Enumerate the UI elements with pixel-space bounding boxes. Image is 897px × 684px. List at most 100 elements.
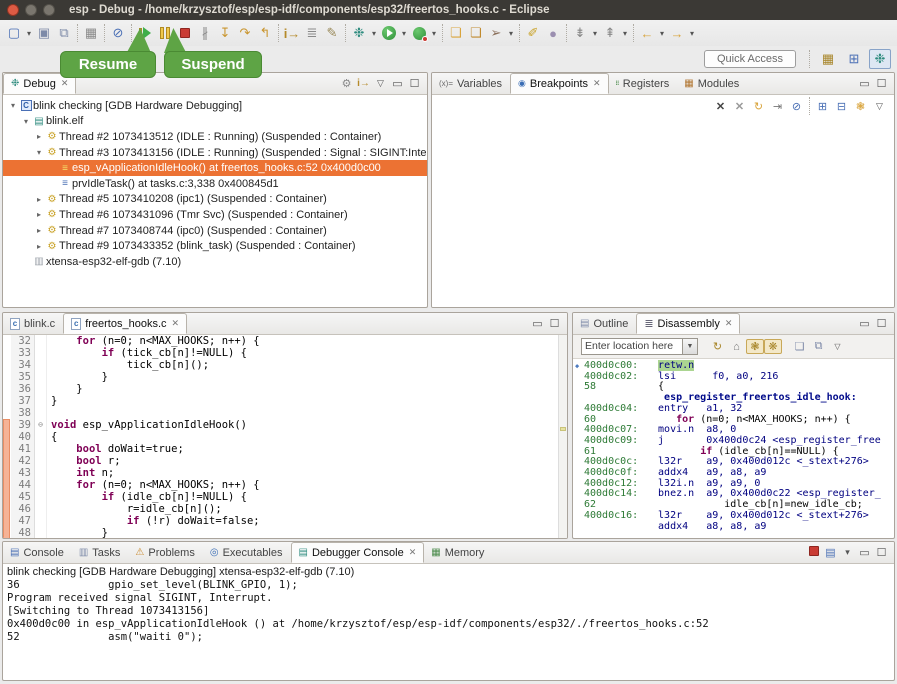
tab-blink-c[interactable]: cblink.c: [3, 313, 63, 334]
forward-dropdown-icon[interactable]: ▾: [687, 29, 697, 38]
forward-icon[interactable]: →: [667, 23, 687, 43]
instruction-stepping-icon[interactable]: i→: [355, 78, 372, 89]
tab-disassembly[interactable]: ≣Disassembly✕: [636, 313, 740, 334]
collapse-all-icon[interactable]: ⊟: [832, 100, 851, 113]
close-icon[interactable]: ✕: [61, 78, 69, 89]
back-dropdown-icon[interactable]: ▾: [657, 29, 667, 38]
view-menu-icon[interactable]: ▽: [828, 342, 847, 351]
debug-tree-row[interactable]: ▾Cblink checking [GDB Hardware Debugging…: [3, 98, 427, 114]
tab-outline[interactable]: ▤Outline: [573, 313, 636, 334]
debug-tree-row[interactable]: ▸⚙Thread #6 1073431096 (Tmr Svc) (Suspen…: [3, 207, 427, 223]
editor-overview-ruler[interactable]: [558, 335, 567, 539]
run-dropdown-icon[interactable]: ▾: [399, 29, 409, 38]
expander-icon[interactable]: ▾: [7, 101, 19, 110]
expander-icon[interactable]: ▸: [33, 210, 45, 219]
profile-icon[interactable]: [409, 23, 429, 43]
refresh-icon[interactable]: ↻: [708, 340, 727, 353]
step-over-icon[interactable]: ↷: [235, 23, 255, 43]
view-menu-icon[interactable]: ▽: [372, 78, 389, 89]
remove-all-breakpoints-icon[interactable]: ✕: [730, 100, 749, 113]
tab-modules[interactable]: ▦Modules: [677, 73, 747, 94]
tab-debugger-console[interactable]: ▤Debugger Console✕: [291, 542, 425, 563]
close-icon[interactable]: ✕: [409, 547, 417, 558]
run-icon[interactable]: [379, 23, 399, 43]
debug-perspective-icon[interactable]: ❉: [869, 49, 891, 69]
track-expression-icon[interactable]: ❋: [764, 339, 782, 354]
launch-icon[interactable]: ➢: [486, 23, 506, 43]
maximize-view-icon[interactable]: ☐: [546, 317, 563, 330]
disassembly-listing[interactable]: ◆400d0c00: retw.n400d0c02: lsi f0, a0, 2…: [573, 359, 894, 532]
close-icon[interactable]: ✕: [725, 318, 733, 329]
tab-problems[interactable]: ⚠Problems: [128, 542, 202, 563]
expand-all-icon[interactable]: ⊞: [813, 100, 832, 113]
last-edit-location-icon[interactable]: ✐: [523, 23, 543, 43]
minimize-view-icon[interactable]: ▭: [529, 317, 546, 330]
instruction-stepping-icon[interactable]: i→: [282, 23, 302, 43]
step-into-icon[interactable]: ↧: [215, 23, 235, 43]
debug-tree-row[interactable]: ▸⚙Thread #9 1073433352 (blink_task) (Sus…: [3, 238, 427, 254]
tab-variables[interactable]: (x)=Variables: [432, 73, 510, 94]
open-folder-icon[interactable]: ❏: [446, 23, 466, 43]
skip-all-breakpoints-icon[interactable]: ⊘: [787, 100, 806, 113]
console-dropdown-icon[interactable]: ▾: [839, 547, 856, 558]
debug-tree-row[interactable]: ▸⚙Thread #7 1073408744 (ipc0) (Suspended…: [3, 223, 427, 239]
new-wizard-dropdown-icon[interactable]: ▾: [24, 29, 34, 38]
close-window-button[interactable]: [7, 4, 19, 16]
close-icon[interactable]: ✕: [172, 318, 180, 329]
code-editor[interactable]: 3233343536373839404142434445464748 ⊖ for…: [3, 335, 567, 539]
expander-icon[interactable]: ▾: [33, 148, 45, 157]
new-view-icon[interactable]: ❏: [790, 340, 809, 353]
back-icon[interactable]: ←: [637, 23, 657, 43]
expander-icon[interactable]: ▸: [33, 195, 45, 204]
tab-console[interactable]: ▤Console: [3, 542, 72, 563]
display-console-icon[interactable]: ▤: [822, 546, 839, 559]
maximize-view-icon[interactable]: ☐: [873, 77, 890, 90]
disconnect-icon[interactable]: ∦: [195, 23, 215, 43]
tab-registers[interactable]: ᎒᎒Registers: [609, 73, 678, 94]
tab-freertos-hooks-c[interactable]: cfreertos_hooks.c✕: [63, 313, 187, 334]
editor-code-area[interactable]: for (n=0; n<MAX_HOOKS; n++) { if (tick_c…: [47, 335, 558, 539]
minimize-view-icon[interactable]: ▭: [856, 77, 873, 90]
previous-annotation-icon[interactable]: ⇞: [600, 23, 620, 43]
show-debug-elements-icon[interactable]: ≣: [302, 23, 322, 43]
previous-annotation-dropdown-icon[interactable]: ▾: [620, 29, 630, 38]
fold-marker-icon[interactable]: ⊖: [35, 419, 46, 431]
maximize-window-button[interactable]: [43, 4, 55, 16]
link-with-editor-icon[interactable]: ●: [543, 23, 563, 43]
expander-icon[interactable]: ▸: [33, 226, 45, 235]
home-icon[interactable]: ⌂: [727, 341, 746, 353]
debug-dropdown-icon[interactable]: ▾: [369, 29, 379, 38]
terminate-icon[interactable]: [805, 546, 822, 559]
expander-icon[interactable]: ▸: [33, 242, 45, 251]
skip-all-breakpoints-icon[interactable]: ⊘: [108, 23, 128, 43]
debug-tree-row[interactable]: ▾▤blink.elf: [3, 114, 427, 130]
debug-tree-row[interactable]: ▸⚙Thread #2 1073413512 (IDLE : Running) …: [3, 129, 427, 145]
tab-memory[interactable]: ▦Memory: [424, 542, 492, 563]
open-perspective-icon[interactable]: ▦: [817, 49, 839, 69]
build-icon[interactable]: ▦: [81, 23, 101, 43]
save-all-icon[interactable]: ⧉: [54, 23, 74, 43]
profile-dropdown-icon[interactable]: ▾: [429, 29, 439, 38]
location-input[interactable]: Enter location here: [581, 338, 683, 355]
remove-breakpoint-icon[interactable]: ✕: [711, 100, 730, 113]
save-icon[interactable]: ▣: [34, 23, 54, 43]
cpp-perspective-icon[interactable]: ⊞: [843, 49, 865, 69]
tab-tasks[interactable]: ▥Tasks: [72, 542, 129, 563]
step-return-icon[interactable]: ↰: [255, 23, 275, 43]
expander-icon[interactable]: ▸: [33, 132, 45, 141]
quick-access-button[interactable]: Quick Access: [704, 50, 796, 68]
maximize-view-icon[interactable]: ☐: [406, 77, 423, 90]
view-menu-icon[interactable]: ▽: [870, 101, 889, 112]
debug-tree-row[interactable]: ▸⚙Thread #5 1073410208 (ipc1) (Suspended…: [3, 192, 427, 208]
console-content[interactable]: blink checking [GDB Hardware Debugging] …: [3, 564, 894, 646]
minimize-view-icon[interactable]: ▭: [389, 77, 406, 90]
launch-dropdown-icon[interactable]: ▾: [506, 29, 516, 38]
remove-terminated-icon[interactable]: ⚙: [338, 77, 355, 90]
tab-breakpoints[interactable]: ◉Breakpoints✕: [510, 73, 609, 94]
next-annotation-dropdown-icon[interactable]: ▾: [590, 29, 600, 38]
maximize-view-icon[interactable]: ☐: [873, 317, 890, 330]
maximize-view-icon[interactable]: ☐: [873, 546, 890, 559]
show-supported-breakpoints-icon[interactable]: ↻: [749, 100, 768, 113]
expander-icon[interactable]: ▾: [20, 117, 32, 126]
debug-tree-row[interactable]: ▥xtensa-esp32-elf-gdb (7.10): [3, 254, 427, 270]
